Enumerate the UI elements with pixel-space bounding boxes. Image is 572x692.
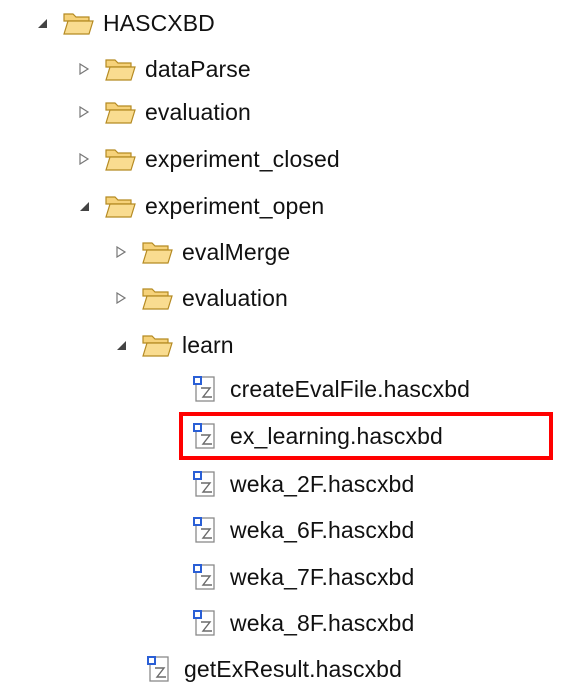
folder-open-icon <box>104 56 136 82</box>
tree-node-label: createEvalFile.hascxbd <box>230 376 470 402</box>
collapse-triangle-icon[interactable] <box>34 15 50 31</box>
tree-node-folder[interactable]: learn <box>113 322 234 368</box>
hascxbd-file-icon <box>192 422 218 450</box>
tree-node-label: getExResult.hascxbd <box>184 656 402 682</box>
tree-node-label: HASCXBD <box>103 10 215 36</box>
tree-node-label: weka_8F.hascxbd <box>230 610 415 636</box>
tree-node-file[interactable]: weka_2F.hascxbd <box>192 461 414 507</box>
expand-triangle-icon[interactable] <box>76 151 92 167</box>
tree-node-file-highlighted[interactable]: ex_learning.hascxbd <box>192 413 443 459</box>
tree-node-folder[interactable]: experiment_closed <box>76 136 340 182</box>
tree-node-folder[interactable]: experiment_open <box>76 183 324 229</box>
hascxbd-file-icon <box>192 609 218 637</box>
expand-triangle-icon[interactable] <box>76 61 92 77</box>
tree-node-file[interactable]: weka_6F.hascxbd <box>192 507 414 553</box>
tree-node-root[interactable]: HASCXBD <box>34 0 215 46</box>
collapse-triangle-icon[interactable] <box>76 198 92 214</box>
tree-node-label: ex_learning.hascxbd <box>230 423 443 449</box>
folder-open-icon <box>62 10 94 36</box>
hascxbd-file-icon <box>192 516 218 544</box>
tree-node-folder[interactable]: evaluation <box>113 275 288 321</box>
tree-node-file[interactable]: weka_7F.hascxbd <box>192 554 414 600</box>
tree-node-folder[interactable]: evaluation <box>76 89 251 135</box>
folder-open-icon <box>104 146 136 172</box>
hascxbd-file-icon <box>192 375 218 403</box>
folder-open-icon <box>141 239 173 265</box>
folder-open-icon <box>141 285 173 311</box>
hascxbd-file-icon <box>146 655 172 683</box>
tree-node-label: weka_6F.hascxbd <box>230 517 415 543</box>
tree-node-label: learn <box>182 332 234 358</box>
expand-triangle-icon[interactable] <box>113 290 129 306</box>
tree-node-file[interactable]: createEvalFile.hascxbd <box>192 366 470 412</box>
tree-node-folder[interactable]: dataParse <box>76 46 251 92</box>
tree-node-label: experiment_open <box>145 193 325 219</box>
tree-node-folder[interactable]: evalMerge <box>113 229 290 275</box>
tree-node-label: weka_2F.hascxbd <box>230 471 415 497</box>
tree-node-file[interactable]: weka_8F.hascxbd <box>192 600 414 646</box>
folder-open-icon <box>104 99 136 125</box>
project-tree: HASCXBD dataParse evaluation experiment_… <box>0 0 572 683</box>
tree-node-label: dataParse <box>145 56 251 82</box>
tree-node-label: experiment_closed <box>145 146 340 172</box>
expand-triangle-icon[interactable] <box>76 104 92 120</box>
hascxbd-file-icon <box>192 563 218 591</box>
tree-node-label: evaluation <box>182 285 288 311</box>
tree-node-label: evaluation <box>145 99 251 125</box>
folder-open-icon <box>141 332 173 358</box>
tree-node-file[interactable]: getExResult.hascxbd <box>146 646 402 692</box>
folder-open-icon <box>104 193 136 219</box>
tree-node-label: evalMerge <box>182 239 291 265</box>
collapse-triangle-icon[interactable] <box>113 337 129 353</box>
tree-node-label: weka_7F.hascxbd <box>230 564 415 590</box>
expand-triangle-icon[interactable] <box>113 244 129 260</box>
hascxbd-file-icon <box>192 470 218 498</box>
